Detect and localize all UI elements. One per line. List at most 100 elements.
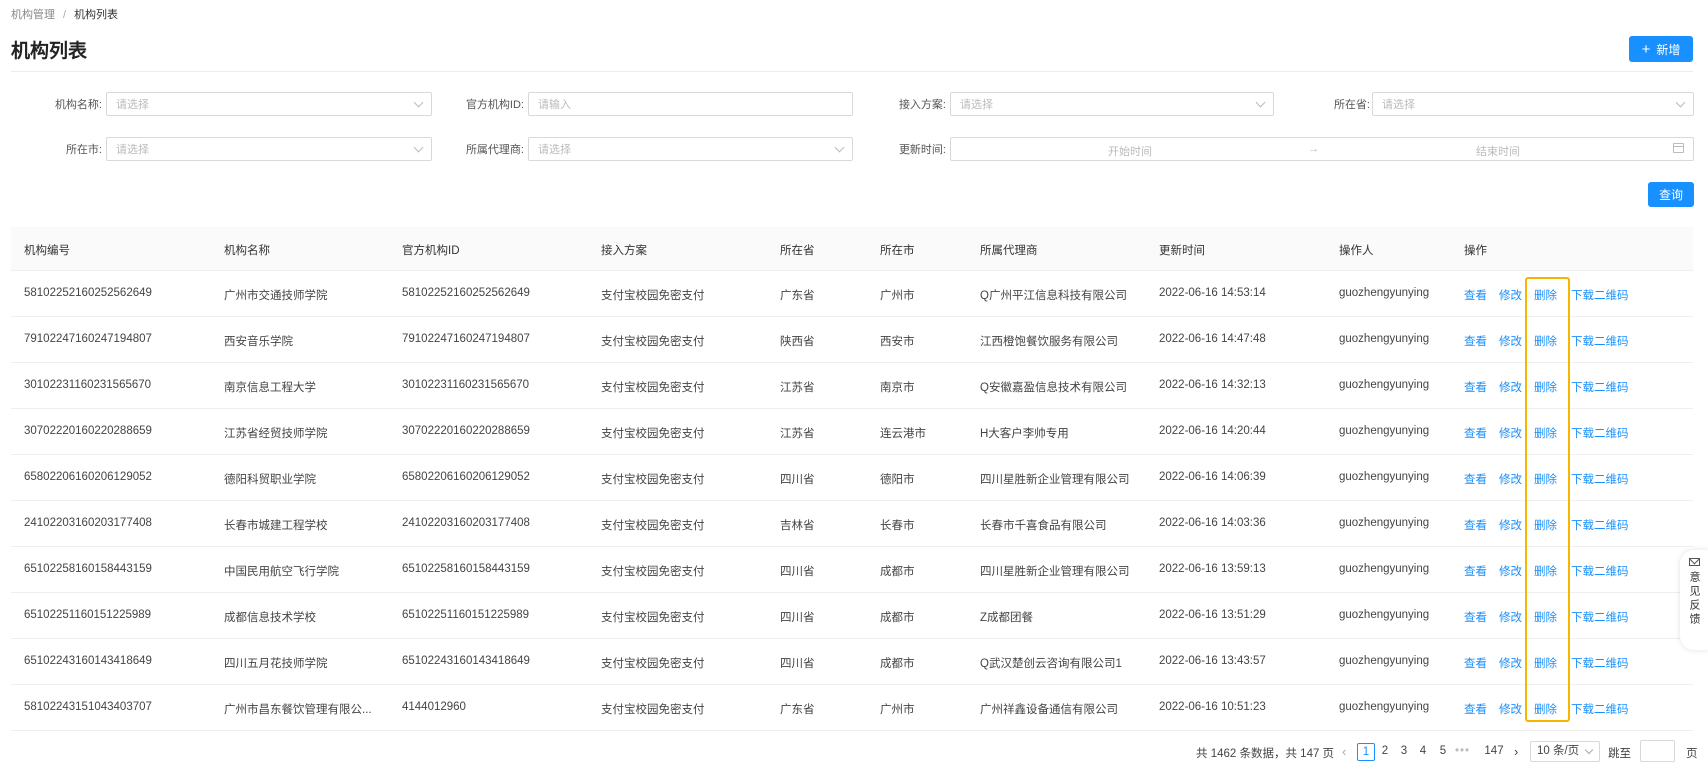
chevron-right-icon[interactable]: ›	[1514, 744, 1518, 759]
view-link[interactable]: 查看	[1464, 425, 1487, 441]
access-plan-cell: 支付宝校园免密支付	[601, 520, 705, 532]
download-qrcode-link[interactable]: 下载二维码	[1571, 379, 1629, 395]
column-header: 操作	[1464, 245, 1487, 257]
view-link[interactable]: 查看	[1464, 333, 1487, 349]
add-button[interactable]: + 新增	[1629, 36, 1693, 62]
official-id-cell: 65102258160158443159	[402, 563, 530, 575]
feedback-button[interactable]: 意见反馈	[1680, 550, 1708, 650]
province-cell: 四川省	[780, 474, 815, 486]
end-time-placeholder[interactable]: 结束时间	[1476, 143, 1520, 159]
download-qrcode-link[interactable]: 下载二维码	[1571, 517, 1629, 533]
access-plan-cell: 支付宝校园免密支付	[601, 658, 705, 670]
edit-link[interactable]: 修改	[1499, 701, 1522, 717]
org-id-cell: 65102243160143418649	[24, 655, 152, 667]
province-cell: 陕西省	[780, 336, 815, 348]
province-cell: 四川省	[780, 566, 815, 578]
edit-link[interactable]: 修改	[1499, 563, 1522, 579]
download-qrcode-link[interactable]: 下载二维码	[1571, 333, 1629, 349]
province-select[interactable]: 请选择	[1372, 92, 1694, 116]
download-qrcode-link[interactable]: 下载二维码	[1571, 563, 1629, 579]
pagination-total: 共 1462 条数据，共 147 页	[1196, 748, 1335, 760]
page-number[interactable]: 1	[1357, 743, 1375, 761]
access-plan-cell: 支付宝校园免密支付	[601, 428, 705, 440]
org-id-cell: 30702220160220288659	[24, 425, 152, 437]
page-ellipsis[interactable]: •••	[1455, 745, 1470, 757]
delete-link[interactable]: 删除	[1534, 655, 1557, 671]
delete-link[interactable]: 删除	[1534, 287, 1557, 303]
view-link[interactable]: 查看	[1464, 609, 1487, 625]
update-time-label: 更新时间:	[898, 144, 946, 156]
start-time-placeholder[interactable]: 开始时间	[1108, 143, 1152, 159]
delete-link[interactable]: 删除	[1534, 333, 1557, 349]
page-size-select[interactable]: 10 条/页	[1530, 741, 1600, 762]
view-link[interactable]: 查看	[1464, 379, 1487, 395]
edit-link[interactable]: 修改	[1499, 287, 1522, 303]
view-link[interactable]: 查看	[1464, 471, 1487, 487]
download-qrcode-link[interactable]: 下载二维码	[1571, 471, 1629, 487]
edit-link[interactable]: 修改	[1499, 425, 1522, 441]
table-row: 65102258160158443159 中国民用航空飞行学院 6510225816…	[11, 547, 1693, 593]
breadcrumb-parent[interactable]: 机构管理	[11, 9, 55, 21]
download-qrcode-link[interactable]: 下载二维码	[1571, 425, 1629, 441]
view-link[interactable]: 查看	[1464, 701, 1487, 717]
org-name-placeholder: 请选择	[116, 99, 149, 111]
edit-link[interactable]: 修改	[1499, 333, 1522, 349]
download-qrcode-link[interactable]: 下载二维码	[1571, 609, 1629, 625]
delete-link[interactable]: 删除	[1534, 379, 1557, 395]
operator-cell: guozhengyunying	[1339, 379, 1430, 391]
access-plan-cell: 支付宝校园免密支付	[601, 704, 705, 716]
province-cell: 江苏省	[780, 428, 815, 440]
operator-cell: guozhengyunying	[1339, 609, 1430, 621]
access-plan-cell: 支付宝校园免密支付	[601, 336, 705, 348]
update-time-range-picker[interactable]: 开始时间 → 结束时间	[950, 137, 1694, 161]
download-qrcode-link[interactable]: 下载二维码	[1571, 287, 1629, 303]
query-button[interactable]: 查询	[1648, 182, 1694, 207]
agent-select[interactable]: 请选择	[528, 137, 853, 161]
view-link[interactable]: 查看	[1464, 655, 1487, 671]
view-link[interactable]: 查看	[1464, 517, 1487, 533]
access-plan-select[interactable]: 请选择	[950, 92, 1274, 116]
delete-link[interactable]: 删除	[1534, 517, 1557, 533]
delete-link[interactable]: 删除	[1534, 471, 1557, 487]
download-qrcode-link[interactable]: 下载二维码	[1571, 701, 1629, 717]
province-cell: 吉林省	[780, 520, 815, 532]
page-number[interactable]: 3	[1395, 745, 1413, 757]
download-qrcode-link[interactable]: 下载二维码	[1571, 655, 1629, 671]
table-row: 65802206160206129052 德阳科贸职业学院 658022061602…	[11, 455, 1693, 501]
page-number-last[interactable]: 147	[1484, 745, 1504, 757]
column-header: 接入方案	[601, 245, 647, 257]
city-select[interactable]: 请选择	[106, 137, 432, 161]
edit-link[interactable]: 修改	[1499, 655, 1522, 671]
edit-link[interactable]: 修改	[1499, 379, 1522, 395]
column-header: 机构编号	[24, 245, 70, 257]
page-number[interactable]: 2	[1376, 745, 1394, 757]
delete-link[interactable]: 删除	[1534, 701, 1557, 717]
access-plan-cell: 支付宝校园免密支付	[601, 474, 705, 486]
delete-link[interactable]: 删除	[1534, 563, 1557, 579]
view-link[interactable]: 查看	[1464, 563, 1487, 579]
page-number[interactable]: 5	[1434, 745, 1452, 757]
org-name-select[interactable]: 请选择	[106, 92, 432, 116]
org-id-cell: 65102251160151225989	[24, 609, 152, 621]
jump-page-input[interactable]	[1640, 740, 1675, 762]
delete-link[interactable]: 删除	[1534, 609, 1557, 625]
official-id-cell: 58102252160252562649	[402, 287, 530, 299]
edit-link[interactable]: 修改	[1499, 471, 1522, 487]
edit-link[interactable]: 修改	[1499, 517, 1522, 533]
official-id-input[interactable]: 请输入	[528, 92, 853, 116]
agent-cell: Q广州平江信息科技有限公司	[980, 290, 1127, 302]
official-id-cell: 30102231160231565670	[402, 379, 530, 391]
official-id-cell: 30702220160220288659	[402, 425, 530, 437]
chevron-left-icon[interactable]: ‹	[1342, 744, 1346, 759]
chevron-down-icon	[834, 142, 845, 153]
update-time-cell: 2022-06-16 14:53:14	[1159, 287, 1266, 299]
agent-cell: 广州祥鑫设备通信有限公司	[980, 704, 1118, 716]
official-id-placeholder: 请输入	[538, 99, 571, 111]
edit-link[interactable]: 修改	[1499, 609, 1522, 625]
view-link[interactable]: 查看	[1464, 287, 1487, 303]
province-label: 所在省:	[1333, 99, 1370, 111]
city-cell: 长春市	[880, 520, 915, 532]
page-number[interactable]: 4	[1414, 745, 1432, 757]
delete-link[interactable]: 删除	[1534, 425, 1557, 441]
org-name-label: 机构名称:	[54, 99, 102, 111]
